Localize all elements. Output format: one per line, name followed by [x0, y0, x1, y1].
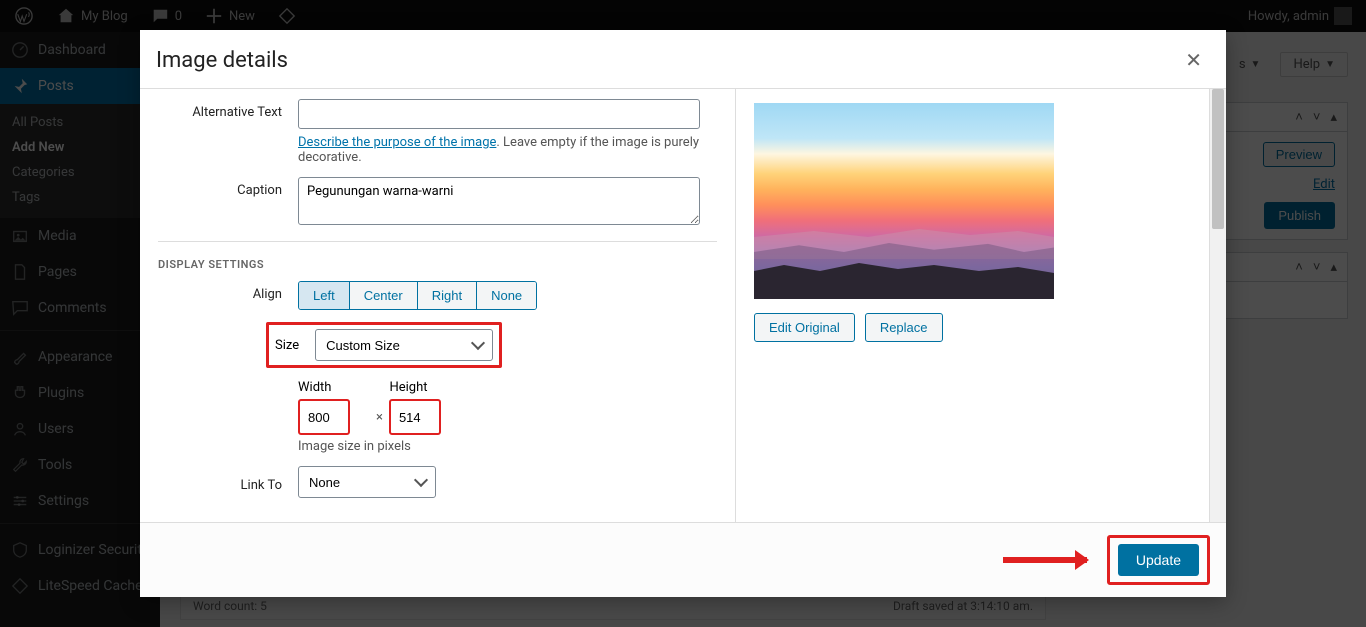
- width-input[interactable]: [302, 403, 346, 431]
- modal-right-panel: Edit Original Replace: [736, 89, 1226, 522]
- update-button[interactable]: Update: [1118, 544, 1199, 576]
- link-to-select[interactable]: None: [298, 466, 436, 498]
- height-label: Height: [389, 380, 427, 395]
- align-label: Align: [158, 281, 298, 302]
- size-highlight-annotation: Size Custom Size: [266, 322, 502, 368]
- width-label: Width: [298, 380, 331, 395]
- link-to-label: Link To: [158, 472, 298, 493]
- image-size-hint: Image size in pixels: [298, 439, 717, 454]
- alt-text-input[interactable]: [298, 99, 700, 129]
- caption-input[interactable]: Pegunungan warna-warni: [298, 177, 700, 225]
- align-button-group: Left Center Right None: [298, 281, 537, 310]
- times-separator: ×: [376, 410, 383, 425]
- caption-label: Caption: [158, 177, 298, 198]
- align-none-button[interactable]: None: [477, 282, 536, 309]
- align-center-button[interactable]: Center: [350, 282, 418, 309]
- close-icon[interactable]: ✕: [1177, 44, 1210, 76]
- image-details-modal: Image details ✕ Alternative Text Describ…: [140, 30, 1226, 597]
- modal-scrollbar[interactable]: [1209, 89, 1226, 522]
- display-settings-heading: DISPLAY SETTINGS: [158, 258, 717, 271]
- replace-button[interactable]: Replace: [865, 313, 943, 342]
- modal-title: Image details: [156, 48, 288, 73]
- modal-left-panel: Alternative Text Describe the purpose of…: [140, 89, 736, 522]
- size-select[interactable]: Custom Size: [315, 329, 493, 361]
- update-highlight-annotation: Update: [1107, 535, 1210, 585]
- image-preview: [754, 103, 1054, 299]
- arrow-annotation: [1003, 557, 1087, 563]
- scroll-thumb[interactable]: [1212, 89, 1224, 229]
- size-label: Size: [275, 338, 305, 353]
- alt-help-link[interactable]: Describe the purpose of the image: [298, 135, 496, 150]
- width-highlight-annotation: [298, 399, 350, 435]
- height-highlight-annotation: [389, 399, 441, 435]
- align-right-button[interactable]: Right: [418, 282, 477, 309]
- align-left-button[interactable]: Left: [299, 282, 350, 309]
- height-input[interactable]: [393, 403, 437, 431]
- alt-text-label: Alternative Text: [158, 99, 298, 120]
- alt-help-text: Describe the purpose of the image. Leave…: [298, 135, 700, 165]
- edit-original-button[interactable]: Edit Original: [754, 313, 855, 342]
